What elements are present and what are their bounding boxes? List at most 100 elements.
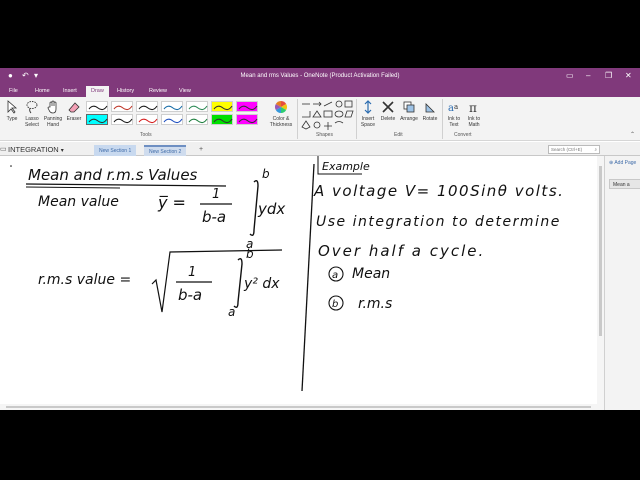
panning-label: Panning Hand xyxy=(43,116,63,128)
svg-text:π: π xyxy=(469,101,477,114)
ink-to-text-button[interactable]: aa Ink to Text xyxy=(444,100,464,128)
notebook-name-label: INTEGRATION xyxy=(8,145,59,154)
title-underline xyxy=(25,183,227,187)
lasso-icon xyxy=(26,101,38,114)
pen-stroke-icon xyxy=(238,118,258,124)
pen-stroke-icon xyxy=(88,105,108,111)
pen-option[interactable] xyxy=(161,101,183,112)
rotate-label: Rotate xyxy=(422,116,438,122)
panning-hand-button[interactable]: Panning Hand xyxy=(42,100,64,128)
rms-fraction-numerator: 1 xyxy=(188,265,196,280)
example-heading: Example xyxy=(322,160,370,173)
pen-option[interactable] xyxy=(111,114,133,125)
ink-dot xyxy=(10,165,12,167)
pen-stroke-icon xyxy=(113,105,133,111)
convert-group-label: Convert xyxy=(454,132,472,138)
ink-to-text-label: Ink to Text xyxy=(447,116,461,128)
tab-history[interactable]: History xyxy=(112,86,139,97)
tab-draw[interactable]: Draw xyxy=(86,86,109,97)
tab-home[interactable]: Home xyxy=(30,86,55,97)
ribbon-tabs: File Home Insert Draw History Review Vie… xyxy=(0,85,640,97)
ink-layer: Mean and r.m.s Values Mean value y̅ = 1 … xyxy=(10,156,563,392)
pen-stroke-icon xyxy=(163,105,183,111)
pen-option[interactable] xyxy=(186,114,208,125)
mean-fraction-denominator: b-a xyxy=(202,208,226,226)
ribbon-divider xyxy=(442,99,443,139)
pen-stroke-icon xyxy=(88,118,108,124)
notebook-name[interactable]: INTEGRATION ▾ xyxy=(8,145,64,154)
option-a-text: Mean xyxy=(352,266,390,282)
tab-file[interactable]: File xyxy=(4,86,23,97)
delete-label: Delete xyxy=(380,116,396,122)
option-b-text: r.m.s xyxy=(358,296,392,312)
color-thickness-button[interactable]: Color & Thickness xyxy=(267,100,295,128)
pen-stroke-icon xyxy=(113,118,133,124)
restore-icon[interactable]: ❐ xyxy=(605,71,612,81)
add-section-button[interactable]: + xyxy=(194,145,208,156)
example-line-2: Use integration to determine xyxy=(316,214,561,230)
pen-option[interactable] xyxy=(111,101,133,112)
pen-option[interactable] xyxy=(186,101,208,112)
rms-fraction-denominator: b-a xyxy=(178,286,202,304)
option-a-mark: a xyxy=(332,270,338,281)
rms-label: r.m.s value = xyxy=(38,272,131,288)
lasso-select-button[interactable]: Lasso Select xyxy=(22,100,42,128)
type-label: Type xyxy=(6,116,18,122)
pen-option[interactable] xyxy=(86,114,108,125)
mean-integrand: ydx xyxy=(257,200,285,218)
pen-option[interactable] xyxy=(211,101,233,112)
page-item[interactable]: Mean a xyxy=(609,179,640,189)
rotate-button[interactable]: Rotate xyxy=(420,100,440,122)
collapse-ribbon-icon[interactable]: ⌃ xyxy=(630,131,635,138)
delete-button[interactable]: Delete xyxy=(378,100,398,122)
color-thickness-label: Color & Thickness xyxy=(269,116,293,128)
rms-lower-limit: a xyxy=(228,305,235,319)
arrange-label: Arrange xyxy=(400,116,418,122)
vertical-scroll-thumb[interactable] xyxy=(599,166,602,336)
rotate-icon xyxy=(425,103,435,113)
insert-space-button[interactable]: Insert Space xyxy=(358,100,378,128)
pen-option[interactable] xyxy=(211,114,233,125)
search-placeholder: Search (Ctrl+E) xyxy=(551,147,583,152)
pen-option[interactable] xyxy=(86,101,108,112)
ink-to-math-button[interactable]: π Ink to Math xyxy=(464,100,484,128)
pen-option[interactable] xyxy=(236,114,258,125)
eraser-icon xyxy=(68,102,80,113)
ink-to-text-icon: aa xyxy=(448,103,458,114)
ribbon-display-icon[interactable]: ▭ xyxy=(566,71,574,81)
close-icon[interactable]: ✕ xyxy=(625,71,632,81)
search-input[interactable]: Search (Ctrl+E) ⌕ xyxy=(548,145,600,154)
horizontal-scrollbar[interactable] xyxy=(0,404,598,410)
pen-option[interactable] xyxy=(136,101,158,112)
type-button[interactable]: Type xyxy=(3,100,21,122)
pen-stroke-icon xyxy=(238,105,258,111)
page-canvas[interactable]: Mean and r.m.s Values Mean value y̅ = 1 … xyxy=(0,156,598,406)
mean-upper-limit: b xyxy=(262,167,270,181)
minimize-icon[interactable]: – xyxy=(586,71,590,81)
hand-icon xyxy=(47,100,57,114)
pen-option[interactable] xyxy=(161,114,183,125)
shapes-gallery[interactable] xyxy=(300,100,354,130)
insert-space-label: Insert Space xyxy=(360,116,376,128)
pen-stroke-icon xyxy=(213,105,233,111)
notebook-icon[interactable]: ▭ xyxy=(0,145,7,153)
section-tab-1[interactable]: New Section 1 xyxy=(94,145,137,156)
eraser-button[interactable]: Eraser xyxy=(64,100,84,122)
delete-icon xyxy=(382,101,394,113)
section-tab-2[interactable]: New Section 2 xyxy=(144,145,187,156)
pen-stroke-icon xyxy=(188,105,208,111)
svg-text:a: a xyxy=(454,103,458,111)
tab-review[interactable]: Review xyxy=(144,86,172,97)
mean-integral-sign xyxy=(249,179,259,237)
insert-space-icon xyxy=(364,100,372,114)
pen-option[interactable] xyxy=(236,101,258,112)
mean-variable: y̅ = xyxy=(157,193,186,212)
pen-option[interactable] xyxy=(136,114,158,125)
add-page-button[interactable]: ⊕ Add Page xyxy=(609,160,636,166)
lasso-label: Lasso Select xyxy=(25,116,39,128)
arrange-button[interactable]: Arrange xyxy=(398,100,420,122)
vertical-scrollbar[interactable] xyxy=(597,156,604,410)
tab-view[interactable]: View xyxy=(174,86,196,97)
tab-insert[interactable]: Insert xyxy=(58,86,82,97)
horizontal-scroll-thumb[interactable] xyxy=(6,406,591,408)
